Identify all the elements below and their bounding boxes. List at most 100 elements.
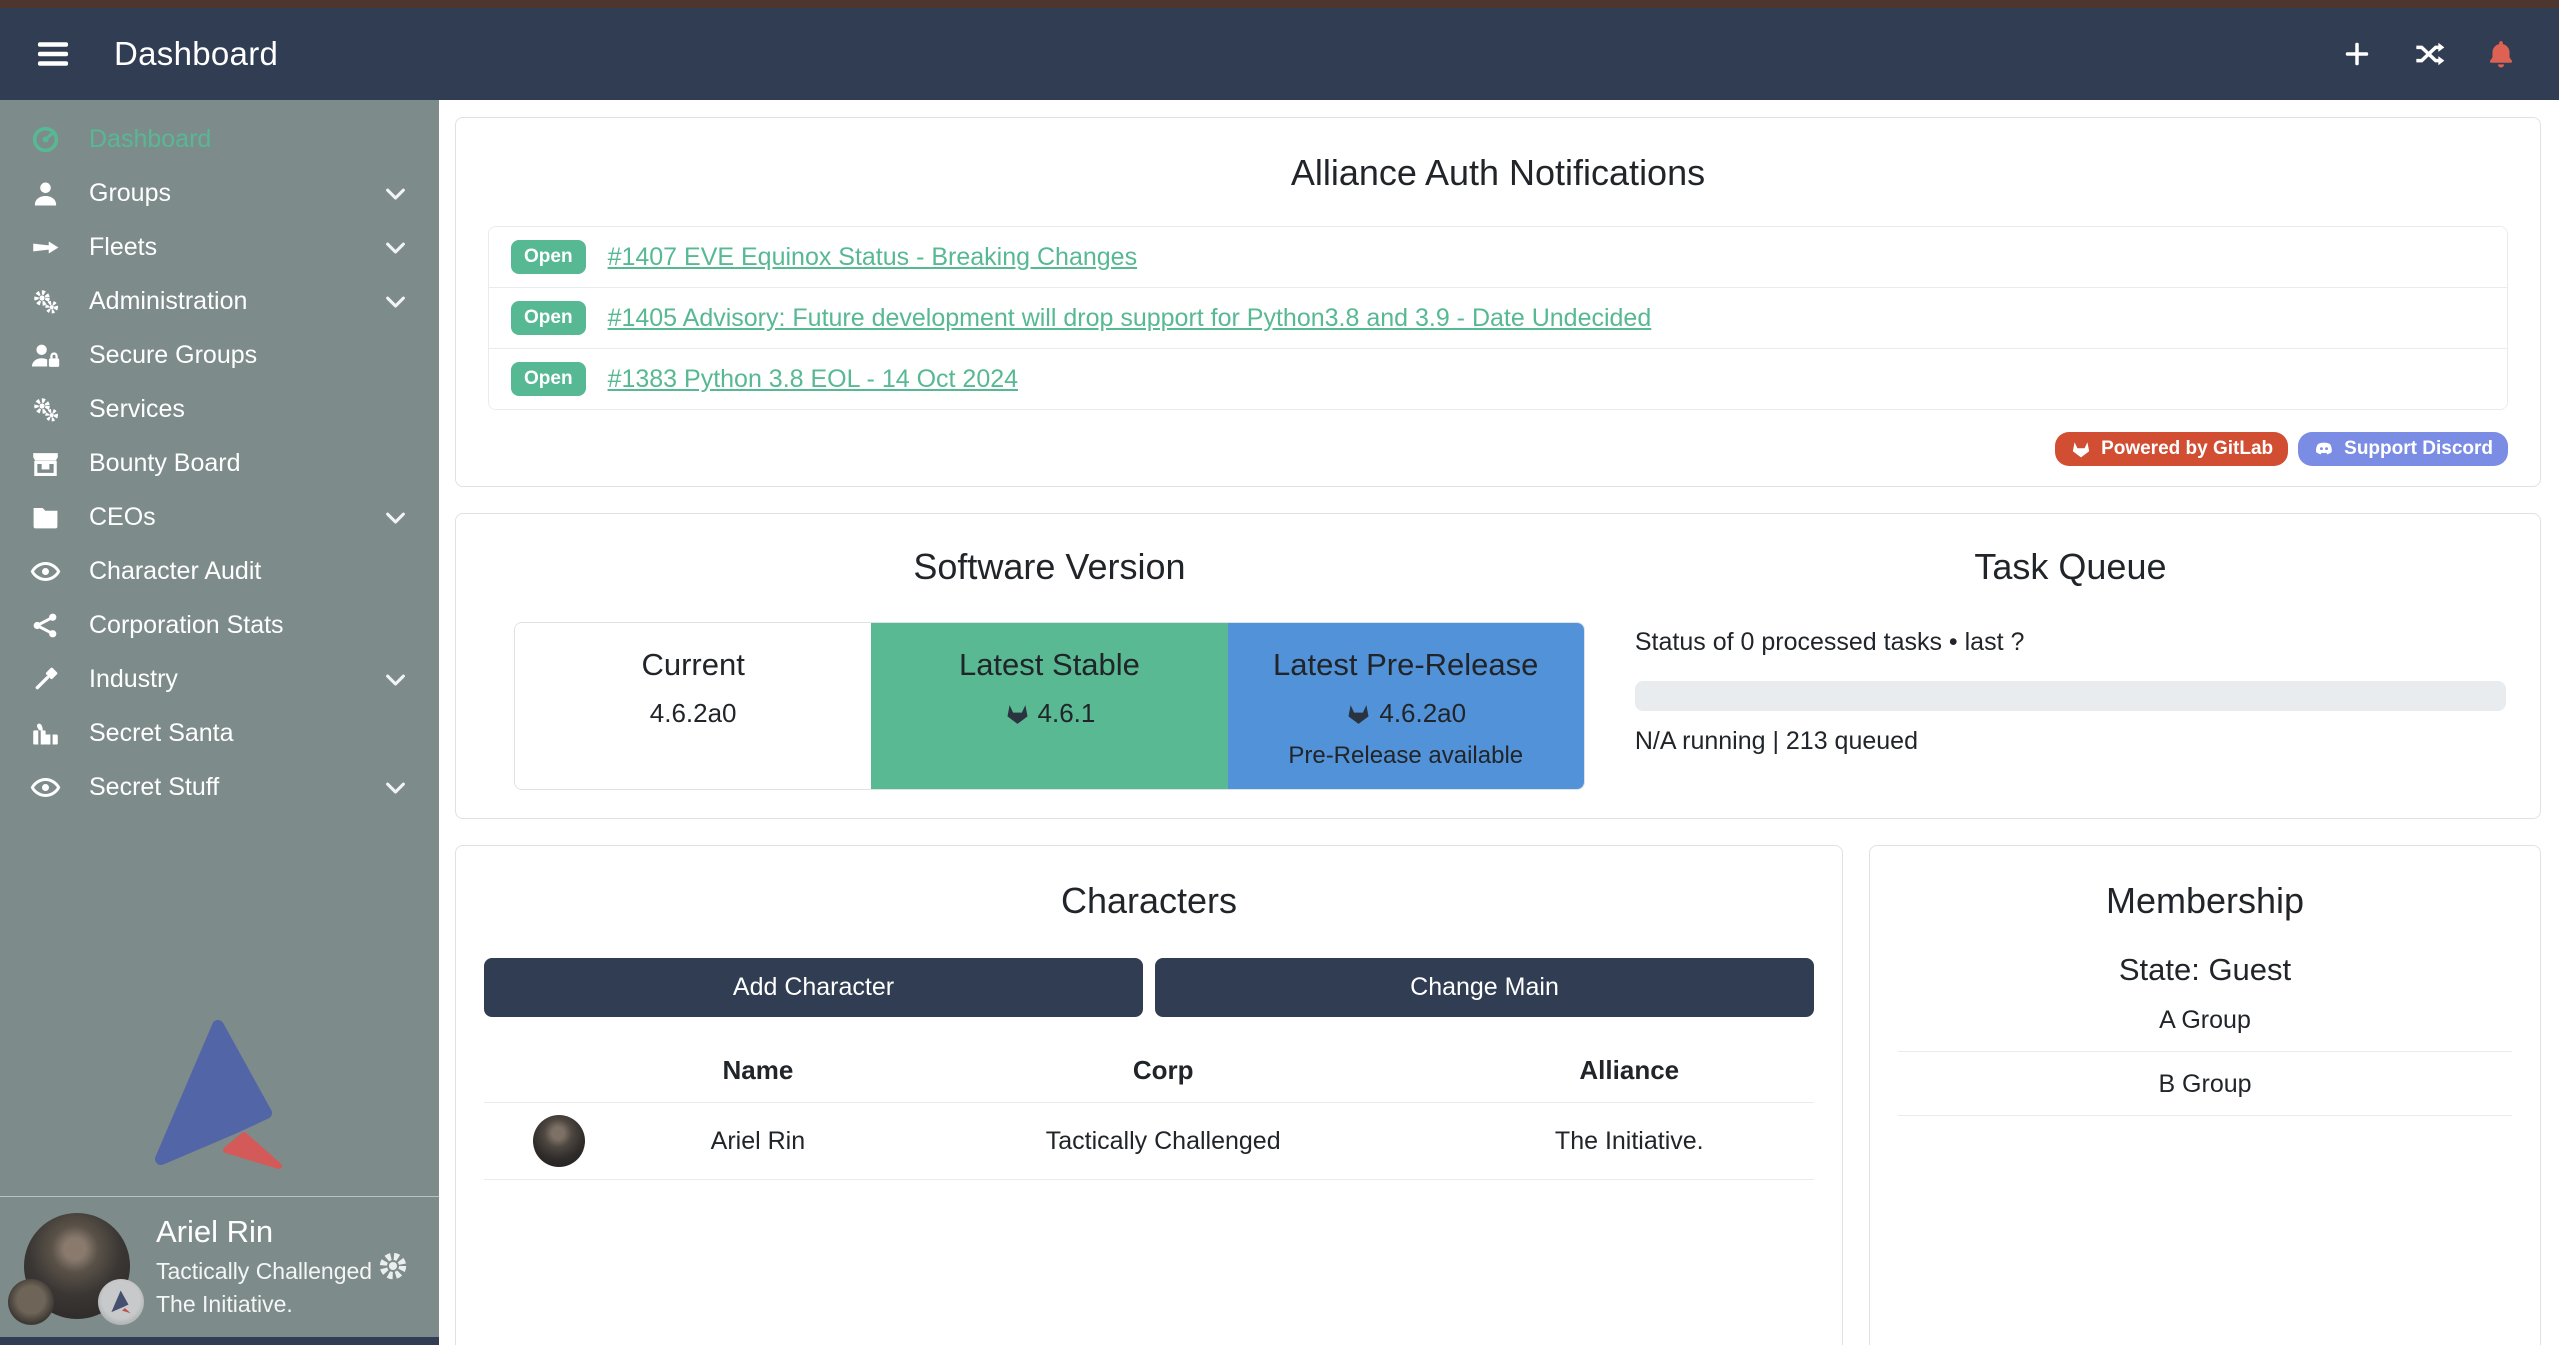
page-title: Dashboard — [114, 35, 278, 73]
browser-top-strip — [0, 0, 2559, 8]
gitlab-icon — [2070, 438, 2092, 460]
eye-icon — [30, 556, 61, 587]
sidebar-nav: Dashboard Groups Fleets Administration Secur… — [0, 100, 439, 814]
sidebar-item-label: Corporation Stats — [89, 611, 284, 640]
task-queue-status: Status of 0 processed tasks • last ? — [1635, 628, 2506, 657]
avatar-column-header — [484, 1035, 634, 1103]
sidebar-item-label: Character Audit — [89, 557, 261, 586]
characters-panel: Characters Add Character Change Main Nam… — [455, 845, 1843, 1345]
sidebar-item-dashboard[interactable]: Dashboard — [0, 112, 439, 166]
gears-icon — [30, 286, 61, 317]
powered-by-gitlab-badge[interactable]: Powered by GitLab — [2055, 432, 2288, 466]
add-character-button[interactable]: Add Character — [484, 958, 1143, 1017]
notification-link[interactable]: #1407 EVE Equinox Status - Breaking Chan… — [608, 243, 1138, 272]
change-main-button[interactable]: Change Main — [1155, 958, 1814, 1017]
sidebar-item-industry[interactable]: Industry — [0, 652, 439, 706]
software-version-section: Software Version Current4.6.2a0Latest St… — [490, 536, 1609, 790]
character-alliance: The Initiative. — [1445, 1103, 1814, 1180]
sidebar-item-label: Secure Groups — [89, 341, 257, 370]
sidebar-item-secret-santa[interactable]: Secret Santa — [0, 706, 439, 760]
notification-row: Open #1407 EVE Equinox Status - Breaking … — [489, 227, 2507, 288]
sidebar: Dashboard Groups Fleets Administration Secur… — [0, 100, 439, 1345]
badge-label: Powered by GitLab — [2101, 438, 2273, 460]
sidebar-item-corporation-stats[interactable]: Corporation Stats — [0, 598, 439, 652]
software-task-panel: Software Version Current4.6.2a0Latest St… — [455, 513, 2541, 819]
support-discord-badge[interactable]: Support Discord — [2298, 432, 2508, 466]
gears-icon — [30, 394, 61, 425]
sidebar-item-label: Fleets — [89, 233, 157, 262]
chevron-down-icon — [382, 288, 409, 315]
notification-bell-icon[interactable] — [2485, 38, 2517, 70]
top-navbar: Dashboard — [0, 8, 2559, 100]
sidebar-item-fleets[interactable]: Fleets — [0, 220, 439, 274]
character-name: Ariel Rin — [634, 1103, 882, 1180]
notification-row: Open #1383 Python 3.8 EOL - 14 Oct 2024 — [489, 349, 2507, 409]
notification-link[interactable]: #1405 Advisory: Future development will … — [608, 304, 1652, 333]
chevron-down-icon — [382, 234, 409, 261]
sidebar-bottom-strip — [0, 1337, 439, 1345]
task-queue-section: Task Queue Status of 0 processed tasks •… — [1609, 536, 2506, 790]
software-version-title: Software Version — [514, 546, 1585, 588]
alliance-column-header: Alliance — [1445, 1035, 1814, 1103]
user-alliance: The Initiative. — [156, 1290, 372, 1319]
sidebar-item-groups[interactable]: Groups — [0, 166, 439, 220]
user-avatar — [24, 1213, 130, 1319]
sidebar-item-secret-stuff[interactable]: Secret Stuff — [0, 760, 439, 814]
folder-icon — [30, 502, 61, 533]
share-nodes-icon — [30, 610, 61, 641]
version-cell-label: Latest Stable — [871, 647, 1227, 683]
character-avatar — [533, 1115, 585, 1167]
hammer-icon — [30, 664, 61, 695]
shop-icon — [30, 448, 61, 479]
sidebar-user-panel: Ariel Rin Tactically Challenged The Init… — [0, 1196, 439, 1337]
chevron-down-icon — [382, 504, 409, 531]
character-row: Ariel RinTactically ChallengedThe Initia… — [484, 1103, 1814, 1180]
notifications-panel: Alliance Auth Notifications Open #1407 EV… — [455, 117, 2541, 487]
shuffle-icon[interactable] — [2413, 38, 2445, 70]
task-queue-progressbar — [1635, 681, 2506, 711]
add-icon[interactable] — [2341, 38, 2373, 70]
notifications-title: Alliance Auth Notifications — [488, 152, 2508, 194]
corp-logo-badge — [8, 1279, 54, 1325]
sidebar-item-secure-groups[interactable]: Secure Groups — [0, 328, 439, 382]
notifications-footer: Powered by GitLab Support Discord — [488, 432, 2508, 466]
alliance-logo-badge — [98, 1279, 144, 1325]
notification-row: Open#1405 Advisory: Future development w… — [489, 288, 2507, 349]
sidebar-item-ceos[interactable]: CEOs — [0, 490, 439, 544]
version-cells: Current4.6.2a0Latest Stable4.6.1Latest P… — [514, 622, 1585, 790]
version-number: 4.6.1 — [871, 698, 1227, 729]
version-number: 4.6.2a0 — [1228, 698, 1584, 729]
sidebar-item-label: Dashboard — [89, 125, 211, 154]
user-info: Ariel Rin Tactically Challenged The Init… — [156, 1213, 372, 1319]
characters-title: Characters — [484, 880, 1814, 922]
navbar-actions — [2341, 38, 2517, 70]
chevron-down-icon — [382, 180, 409, 207]
version-cell-latest-pre-release: Latest Pre-Release4.6.2a0Pre-Release ava… — [1228, 623, 1584, 789]
badge-label: Support Discord — [2344, 438, 2493, 460]
character-corp: Tactically Challenged — [882, 1103, 1445, 1180]
membership-group-item: A Group — [1898, 988, 2512, 1052]
sidebar-item-label: CEOs — [89, 503, 156, 532]
user-name: Ariel Rin — [156, 1213, 372, 1252]
notification-link[interactable]: #1383 Python 3.8 EOL - 14 Oct 2024 — [608, 365, 1018, 394]
sidebar-item-label: Industry — [89, 665, 178, 694]
gauge-icon — [30, 124, 61, 155]
jet-icon — [30, 232, 61, 263]
sidebar-item-label: Services — [89, 395, 185, 424]
sidebar-item-character-audit[interactable]: Character Audit — [0, 544, 439, 598]
alliance-auth-logo — [140, 1018, 300, 1170]
user-settings-gear-icon[interactable] — [375, 1248, 411, 1284]
chevron-down-icon — [382, 666, 409, 693]
status-badge: Open — [511, 362, 586, 396]
main-content: Alliance Auth Notifications Open #1407 EV… — [439, 100, 2559, 1345]
sidebar-item-services[interactable]: Services — [0, 382, 439, 436]
name-column-header: Name — [634, 1035, 882, 1103]
sidebar-item-label: Administration — [89, 287, 247, 316]
sidebar-item-administration[interactable]: Administration — [0, 274, 439, 328]
membership-group-list: A GroupB Group — [1898, 988, 2512, 1116]
task-queue-counts: N/A running | 213 queued — [1635, 727, 2506, 756]
status-badge: Open — [511, 240, 586, 274]
menu-hamburger-icon[interactable] — [30, 35, 76, 73]
sidebar-item-bounty-board[interactable]: Bounty Board — [0, 436, 439, 490]
task-queue-title: Task Queue — [1635, 546, 2506, 588]
